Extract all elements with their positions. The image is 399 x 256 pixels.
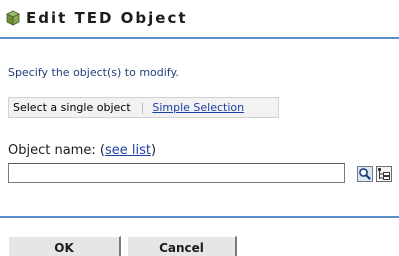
magnifier-icon[interactable] [357,166,373,182]
cancel-button[interactable]: Cancel [127,236,237,256]
selection-mode-separator: | [140,101,145,114]
see-list-close-paren: ) [150,143,157,158]
see-list-link[interactable]: see list [105,143,151,158]
selection-mode-bar: Select a single object | Simple Selectio… [8,97,279,118]
footer-divider [0,216,399,218]
object-name-label-row: Object name: (see list) [8,143,156,158]
page-header: Edit TED Object [6,6,188,30]
object-name-label: Object name: [8,143,96,158]
history-list-icon[interactable] [376,166,392,182]
object-name-input[interactable] [8,163,345,183]
simple-selection-link[interactable]: Simple Selection [152,101,244,114]
header-divider [0,37,399,39]
selection-mode-current: Select a single object [13,101,131,114]
page-title: Edit TED Object [26,9,188,27]
cube-icon [6,10,20,26]
instruction-text: Specify the object(s) to modify. [8,66,179,79]
ok-button[interactable]: OK [8,236,121,256]
